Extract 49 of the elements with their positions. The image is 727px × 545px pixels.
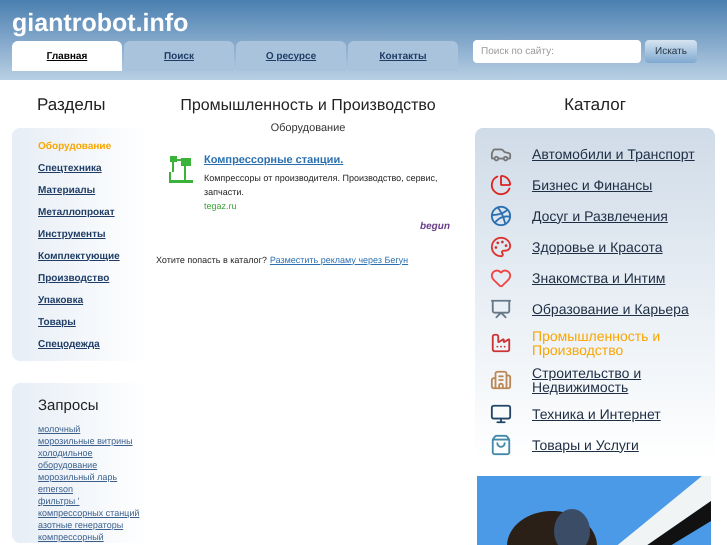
queries-heading: Запросы [38, 396, 100, 416]
page-subtitle: Оборудование [270, 121, 346, 136]
section-link[interactable]: Товары [38, 316, 150, 328]
query-link[interactable]: фильтры ' [38, 495, 150, 507]
catalog-link[interactable]: Досуг и Развлечения [532, 208, 668, 222]
query-link[interactable]: компрессорный [38, 531, 150, 543]
section-link[interactable]: Спецодежда [38, 338, 150, 350]
query-link[interactable]: молочный [38, 423, 150, 435]
query-link[interactable]: морозильный ларь [38, 471, 150, 483]
ball-icon [490, 204, 512, 226]
catalog-link[interactable]: Техника и Интернет [532, 406, 661, 420]
query-link[interactable]: азотные генераторы [38, 519, 150, 531]
search-button[interactable]: Искать [645, 40, 697, 63]
palette-icon [490, 236, 512, 258]
query-link[interactable]: компрессорных станций [38, 507, 150, 519]
monitor-icon [490, 402, 512, 424]
factory-icon [490, 332, 512, 354]
section-link[interactable]: Спецтехника [38, 162, 150, 174]
ad-title-link[interactable]: Компрессорные станции. [204, 152, 450, 168]
section-link[interactable]: Упаковка [38, 294, 150, 306]
catalog-link[interactable]: Знакомства и Интим [532, 270, 666, 284]
nav-tab[interactable]: Главная [12, 41, 122, 71]
catalog-link[interactable]: Автомобили и Транспорт [532, 146, 695, 160]
search-field[interactable]: Поиск по сайту: [473, 40, 641, 63]
catalog-link[interactable]: Бизнес и Финансы [532, 178, 652, 192]
catalog-link[interactable]: Образование и Карьера [532, 302, 689, 316]
section-link[interactable]: Инструменты [38, 228, 150, 240]
section-link[interactable]: Комплектующие [38, 250, 150, 262]
compressor-icon [168, 154, 194, 184]
heart-icon [490, 266, 512, 288]
building-icon [490, 368, 512, 390]
catalog-link[interactable]: Строительство и Недвижимость [532, 366, 711, 394]
query-link[interactable]: emerson [38, 483, 150, 495]
board-icon [490, 298, 512, 320]
section-link[interactable]: Металлопрокат [38, 206, 150, 218]
catalog-link[interactable]: Здоровье и Красота [532, 240, 663, 254]
section-heading: Разделы [37, 94, 106, 116]
catalog-prompt: Хотите попасть в каталог? [156, 254, 267, 266]
page-title: Промышленность и Производство [180, 96, 436, 116]
ad-description: Компрессоры от производителя. Производство, сервис, запчасти. [204, 172, 438, 199]
ad-brand-label: begun [420, 220, 450, 234]
catalog-heading: Каталог [564, 94, 626, 116]
bag-icon [490, 434, 512, 456]
catalog-link[interactable]: Товары и Услуги [532, 438, 639, 452]
section-link[interactable]: Производство [38, 272, 150, 284]
advertise-link[interactable]: Разместить рекламу через Бегун [270, 254, 408, 267]
pie-chart-icon [490, 174, 512, 196]
section-link[interactable]: Материалы [38, 184, 150, 196]
query-link[interactable]: морозильные витрины [38, 435, 150, 447]
